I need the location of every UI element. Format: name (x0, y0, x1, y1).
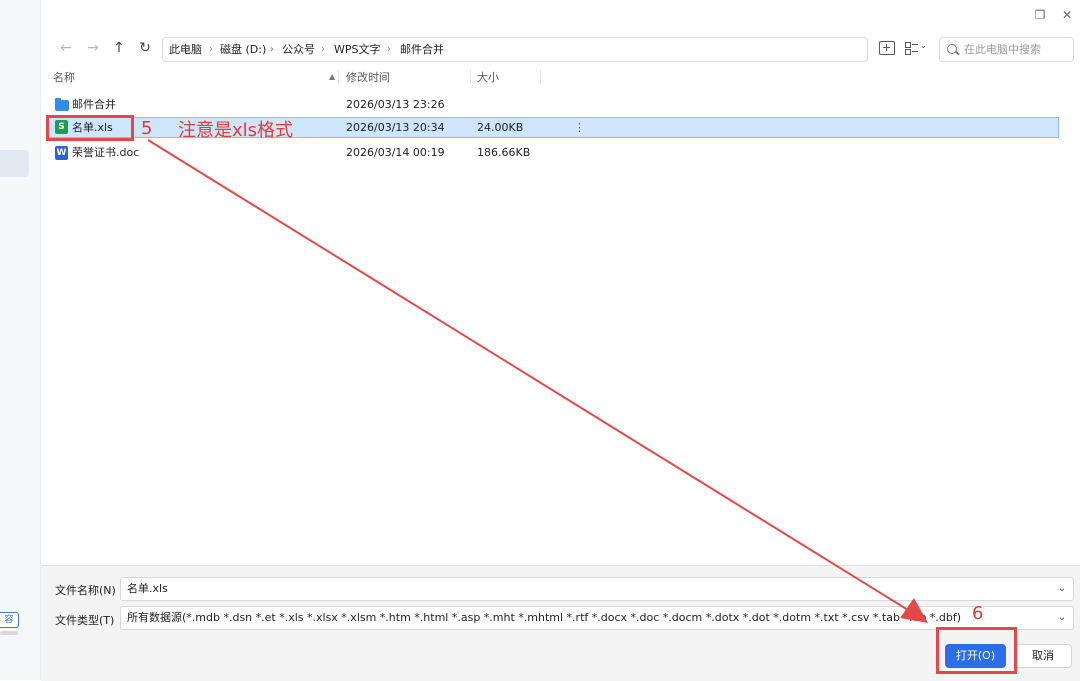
annotation-arrow (147, 139, 928, 623)
